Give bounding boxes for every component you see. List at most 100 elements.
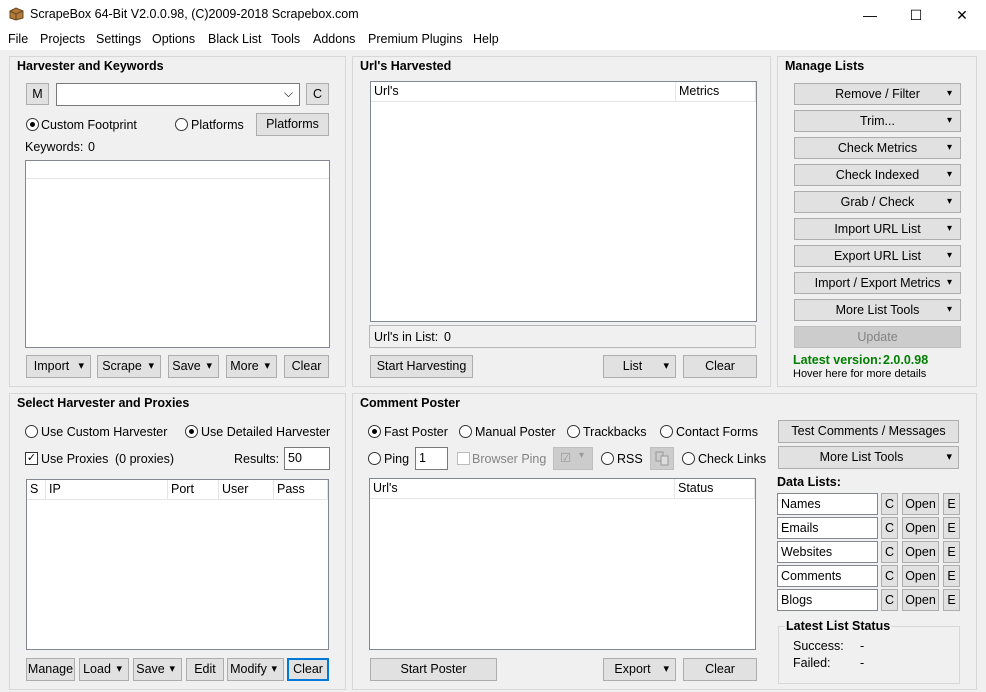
fast-poster-radio[interactable] (368, 425, 381, 438)
col-metrics[interactable]: Metrics (676, 82, 756, 101)
menu-addons[interactable]: Addons (313, 32, 355, 46)
col-s[interactable]: S (27, 480, 46, 499)
data-list-emails-c-button[interactable]: C (881, 517, 898, 539)
clear-proxies-button[interactable]: Clear (287, 658, 329, 681)
data-list-websites-open-button[interactable]: Open (902, 541, 939, 563)
data-list-comments-open-button[interactable]: Open (902, 565, 939, 587)
trackbacks-radio[interactable] (567, 425, 580, 438)
poster-title: Comment Poster (360, 396, 461, 410)
close-button[interactable]: ✕ (939, 0, 985, 30)
manage-btn-more-list-tools[interactable]: More List Tools ▾ (794, 299, 961, 321)
load-proxies-button[interactable]: Load (79, 658, 129, 681)
maximize-button[interactable]: ☐ (893, 0, 939, 30)
data-list-websites-c-button[interactable]: C (881, 541, 898, 563)
clear-urls-button[interactable]: Clear (683, 355, 757, 378)
data-list-names-c-button[interactable]: C (881, 493, 898, 515)
manage-btn-label: Remove / Filter (835, 87, 920, 101)
manage-btn-remove-filter[interactable]: Remove / Filter ▾ (794, 83, 961, 105)
col-ip[interactable]: IP (46, 480, 168, 499)
menu-help[interactable]: Help (473, 32, 499, 46)
c-button[interactable]: C (306, 83, 329, 105)
more-list-tools-poster-button[interactable]: More List Tools (778, 446, 959, 469)
failed-value: - (860, 656, 865, 670)
manage-btn-import-url-list[interactable]: Import URL List ▾ (794, 218, 961, 240)
clear-keywords-button[interactable]: Clear (284, 355, 329, 378)
poster-table[interactable]: Url's Status (369, 478, 756, 650)
manage-btn-check-metrics[interactable]: Check Metrics ▾ (794, 137, 961, 159)
manage-btn-trim[interactable]: Trim... ▾ (794, 110, 961, 132)
col-urls[interactable]: Url's (371, 82, 676, 101)
col-port[interactable]: Port (168, 480, 219, 499)
manual-poster-radio[interactable] (459, 425, 472, 438)
col-poster-status[interactable]: Status (675, 479, 755, 498)
col-pass[interactable]: Pass (274, 480, 328, 499)
platforms-radio[interactable] (175, 118, 188, 131)
data-list-emails-open-button[interactable]: Open (902, 517, 939, 539)
menu-settings[interactable]: Settings (96, 32, 141, 46)
browser-ping-dropdown[interactable]: ☑ ▾ (553, 447, 593, 470)
manage-btn-check-indexed[interactable]: Check Indexed ▾ (794, 164, 961, 186)
custom-footprint-radio[interactable] (26, 118, 39, 131)
proxies-table[interactable]: S IP Port User Pass (26, 479, 329, 650)
m-button[interactable]: M (26, 83, 49, 105)
start-poster-button[interactable]: Start Poster (370, 658, 497, 681)
keywords-textarea[interactable] (25, 160, 330, 348)
edit-proxies-button[interactable]: Edit (186, 658, 224, 681)
data-list-names-field[interactable]: Names (777, 493, 878, 515)
menu-tools[interactable]: Tools (271, 32, 300, 46)
data-list-blogs-open-button[interactable]: Open (902, 589, 939, 611)
scrape-button[interactable]: Scrape (97, 355, 161, 378)
hover-details-text[interactable]: Hover here for more details (793, 368, 926, 380)
save-proxies-button[interactable]: Save (133, 658, 182, 681)
col-poster-urls[interactable]: Url's (370, 479, 675, 498)
data-list-blogs-c-button[interactable]: C (881, 589, 898, 611)
data-list-blogs-e-button[interactable]: E (943, 589, 960, 611)
start-harvesting-button[interactable]: Start Harvesting (370, 355, 473, 378)
update-button[interactable]: Update (794, 326, 961, 348)
manage-btn-import-export-metrics[interactable]: Import / Export Metrics ▾ (794, 272, 961, 294)
use-custom-harvester-radio[interactable] (25, 425, 38, 438)
ping-radio[interactable] (368, 452, 381, 465)
import-button[interactable]: Import (26, 355, 91, 378)
list-button[interactable]: List (603, 355, 676, 378)
test-comments-button[interactable]: Test Comments / Messages (778, 420, 959, 443)
browser-ping-checkbox[interactable] (457, 452, 470, 465)
data-list-comments-e-button[interactable]: E (943, 565, 960, 587)
col-user[interactable]: User (219, 480, 274, 499)
save-keywords-button[interactable]: Save (168, 355, 219, 378)
keyword-combo[interactable]: ⌵ (56, 83, 300, 106)
data-list-websites-field[interactable]: Websites (777, 541, 878, 563)
results-input[interactable]: 50 (284, 447, 330, 470)
data-list-blogs-field[interactable]: Blogs (777, 589, 878, 611)
data-list-comments-field[interactable]: Comments (777, 565, 878, 587)
copy-icon[interactable] (650, 447, 674, 470)
minimize-button[interactable]: — (847, 0, 893, 30)
data-list-websites-e-button[interactable]: E (943, 541, 960, 563)
menu-projects[interactable]: Projects (40, 32, 85, 46)
contact-forms-radio[interactable] (660, 425, 673, 438)
rss-radio[interactable] (601, 452, 614, 465)
menu-black-list[interactable]: Black List (208, 32, 262, 46)
manage-btn-export-url-list[interactable]: Export URL List ▾ (794, 245, 961, 267)
platforms-button[interactable]: Platforms (256, 113, 329, 136)
manage-btn-grab-check[interactable]: Grab / Check ▾ (794, 191, 961, 213)
ping-input[interactable]: 1 (415, 447, 448, 470)
menu-options[interactable]: Options (152, 32, 195, 46)
clear-poster-button[interactable]: Clear (683, 658, 757, 681)
modify-proxies-button[interactable]: Modify (227, 658, 284, 681)
menu-file[interactable]: File (8, 32, 28, 46)
data-list-emails-e-button[interactable]: E (943, 517, 960, 539)
data-list-comments-c-button[interactable]: C (881, 565, 898, 587)
proxies-count: (0 proxies) (115, 452, 175, 466)
check-links-radio[interactable] (682, 452, 695, 465)
data-list-names-e-button[interactable]: E (943, 493, 960, 515)
more-button[interactable]: More (226, 355, 277, 378)
manage-proxies-button[interactable]: Manage (26, 658, 75, 681)
menu-premium-plugins[interactable]: Premium Plugins (368, 32, 462, 46)
data-list-emails-field[interactable]: Emails (777, 517, 878, 539)
export-button[interactable]: Export (603, 658, 676, 681)
data-list-names-open-button[interactable]: Open (902, 493, 939, 515)
urls-table[interactable]: Url's Metrics (370, 81, 757, 322)
use-proxies-checkbox[interactable]: ✓ (25, 452, 38, 465)
use-detailed-harvester-radio[interactable] (185, 425, 198, 438)
